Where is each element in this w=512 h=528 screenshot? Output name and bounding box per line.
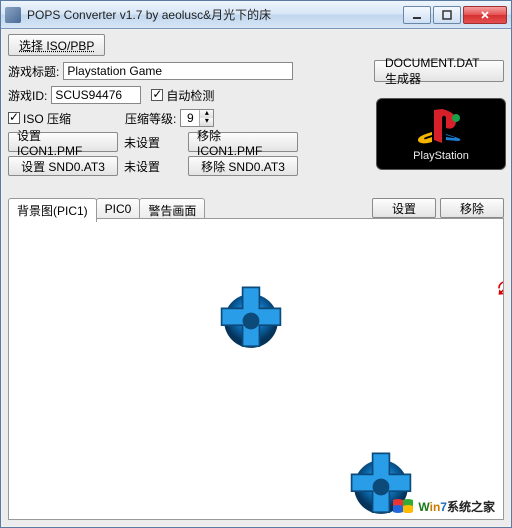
compress-level-label: 压缩等级: xyxy=(125,110,176,127)
select-iso-button[interactable]: 选择 ISO/PBP xyxy=(8,34,105,56)
client-area: 选择 ISO/PBP 游戏标题: DOCUMENT.DAT 生成器 游戏ID: … xyxy=(2,30,510,526)
pspchina-watermark: PSPCHINA⎋ xyxy=(495,279,503,373)
set-icon1-button[interactable]: 设置 ICON1.PMF xyxy=(8,132,118,152)
preview-pane: PSPCHINA⎋ Win7系统之家 xyxy=(8,218,504,520)
game-title-label: 游戏标题: xyxy=(8,63,59,80)
autodetect-checkbox[interactable] xyxy=(151,89,163,101)
compress-level-spinner[interactable]: ▴▾ xyxy=(180,109,214,127)
close-button[interactable] xyxy=(463,6,507,24)
preview-area: PSPCHINA⎋ Win7系统之家 xyxy=(9,219,503,519)
remove-icon1-button[interactable]: 移除 ICON1.PMF xyxy=(188,132,298,152)
autodetect-label: 自动检测 xyxy=(166,87,214,104)
playstation-text: PlayStation xyxy=(413,150,469,162)
playstation-logo: PlayStation xyxy=(376,98,506,170)
window-controls xyxy=(403,6,507,24)
maximize-button[interactable] xyxy=(433,6,461,24)
iso-compress-label: ISO 压缩 xyxy=(23,110,71,127)
tab-remove-button[interactable]: 移除 xyxy=(440,198,504,218)
game-id-input[interactable] xyxy=(51,86,141,104)
window-title: POPS Converter v1.7 by aeolusc&月光下的床 xyxy=(27,6,403,23)
minimize-button[interactable] xyxy=(403,6,431,24)
windows-flag-icon xyxy=(392,497,414,515)
tab-pic1[interactable]: 背景图(PIC1) xyxy=(8,198,97,222)
document-dat-button[interactable]: DOCUMENT.DAT 生成器 xyxy=(374,60,504,82)
spin-down-icon[interactable]: ▾ xyxy=(199,118,213,126)
compress-level-value[interactable] xyxy=(181,111,199,125)
app-window: POPS Converter v1.7 by aeolusc&月光下的床 选择 … xyxy=(0,0,512,528)
game-id-label: 游戏ID: xyxy=(8,87,47,104)
dpad-icon xyxy=(209,279,293,363)
footer-watermark: Win7系统之家 xyxy=(392,497,495,515)
set-snd0-button[interactable]: 设置 SND0.AT3 xyxy=(8,156,118,176)
icon1-status: 未设置 xyxy=(124,134,184,151)
remove-snd0-button[interactable]: 移除 SND0.AT3 xyxy=(188,156,298,176)
app-icon xyxy=(5,7,21,23)
titlebar[interactable]: POPS Converter v1.7 by aeolusc&月光下的床 xyxy=(1,1,511,29)
ps-logo-icon xyxy=(416,106,466,146)
snd0-status: 未设置 xyxy=(124,158,184,175)
game-title-input[interactable] xyxy=(63,62,293,80)
iso-compress-checkbox[interactable] xyxy=(8,112,20,124)
tab-set-button[interactable]: 设置 xyxy=(372,198,436,218)
